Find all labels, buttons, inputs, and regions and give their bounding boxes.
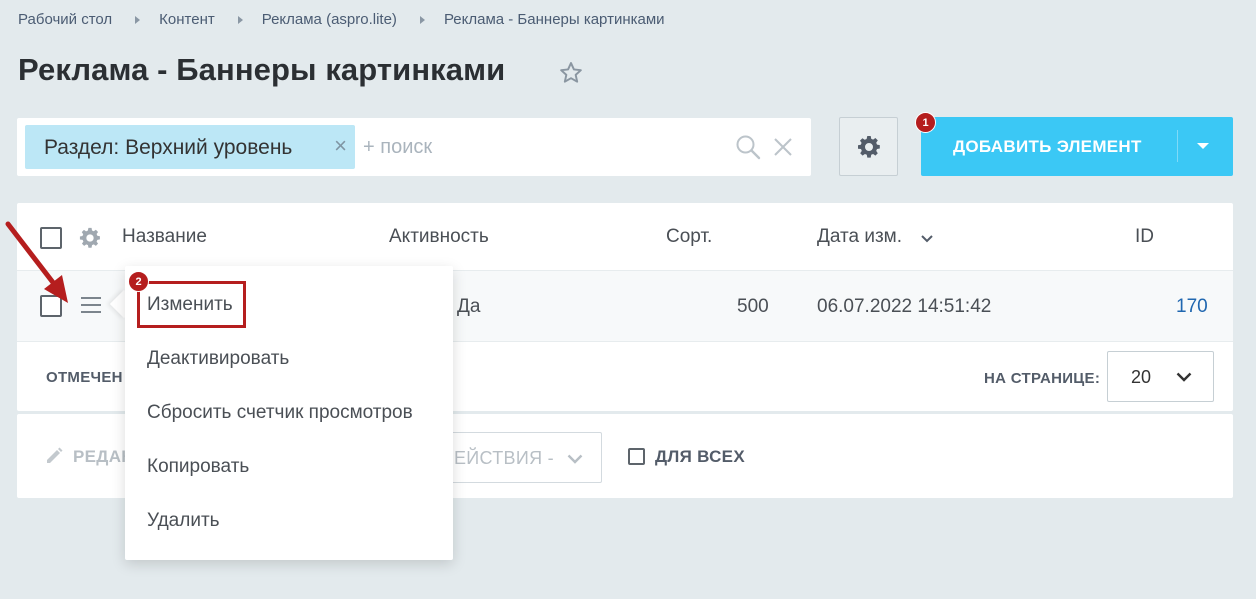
per-page-value: 20 [1131,367,1152,387]
add-element-button[interactable]: ДОБАВИТЬ ЭЛЕМЕНТ [921,117,1233,176]
breadcrumb-advertising[interactable]: Реклама (aspro.lite) [262,11,397,28]
breadcrumb: Рабочий стол Контент Реклама (aspro.lite… [18,11,665,28]
search-icon[interactable] [735,134,761,160]
column-date[interactable]: Дата изм. [817,226,902,248]
gear-icon [858,136,880,158]
close-icon[interactable] [772,136,794,158]
add-element-label: ДОБАВИТЬ ЭЛЕМЕНТ [953,137,1142,156]
filter-chip[interactable]: Раздел: Верхний уровень × [25,125,355,169]
for-all-label: ДЛЯ ВСЕХ [655,447,745,466]
column-active[interactable]: Активность [389,226,489,248]
page-title: Реклама - Баннеры картинками [18,52,506,87]
cell-sort: 500 [737,296,769,317]
for-all-box[interactable] [628,448,645,465]
menu-item-delete[interactable]: Удалить [147,510,220,532]
filter-bar: Раздел: Верхний уровень × [17,118,811,176]
column-sort[interactable]: Сорт. [666,226,712,248]
actions-select-value: ЕЙСТВИЯ - [454,448,554,468]
menu-item-deactivate[interactable]: Деактивировать [147,348,289,370]
cell-id-link[interactable]: 170 [1176,296,1208,318]
selected-count-label: ОТМЕЧЕН [46,369,123,386]
menu-item-reset-views[interactable]: Сбросить счетчик просмотров [147,402,413,424]
breadcrumb-separator-icon [237,15,243,24]
annotation-highlight-box [137,281,246,328]
chevron-down-icon [1176,372,1192,382]
button-divider [1177,130,1178,162]
settings-button[interactable] [839,117,898,176]
breadcrumb-content[interactable]: Контент [159,11,215,28]
chip-close-icon[interactable]: × [334,135,347,157]
breadcrumb-separator-icon [135,15,141,24]
annotation-arrow-icon [5,221,68,303]
dropdown-caret-icon[interactable] [1197,143,1209,149]
filter-chip-label: Раздел: Верхний уровень [44,136,293,159]
breadcrumb-current[interactable]: Реклама - Баннеры картинками [444,11,665,28]
cell-active: Да [457,296,481,317]
pencil-icon [47,447,63,463]
chevron-down-icon [921,235,933,243]
per-page-label: НА СТРАНИЦЕ: [984,370,1101,387]
breadcrumb-separator-icon [419,15,425,24]
star-icon[interactable] [558,60,584,86]
step-marker-1: 1 [915,112,936,133]
chevron-down-icon [567,454,583,464]
column-id[interactable]: ID [1135,226,1154,248]
menu-item-copy[interactable]: Копировать [147,456,249,478]
breadcrumb-desktop[interactable]: Рабочий стол [18,11,112,28]
per-page-select[interactable]: 20 [1107,351,1214,402]
table-header: Название Активность Сорт. Дата изм. ID [17,203,1233,271]
for-all-checkbox[interactable]: ДЛЯ ВСЕХ [628,447,745,467]
cell-date: 06.07.2022 14:51:42 [817,296,992,317]
edit-action-button[interactable]: РЕДАК [73,447,132,467]
search-input[interactable] [363,134,723,160]
